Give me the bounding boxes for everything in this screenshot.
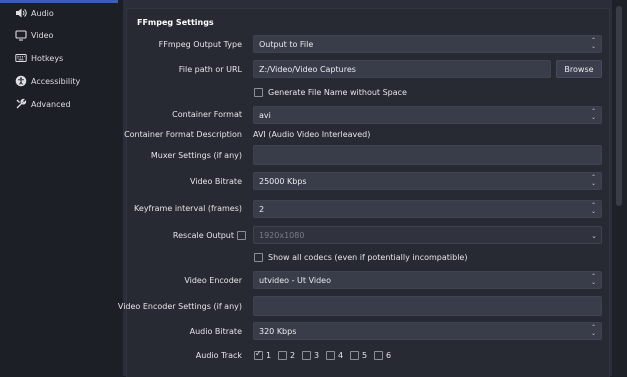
container-desc-label: Container Format Description (124, 130, 242, 139)
updown-chevron-icon: ⌃ ⌄ (590, 273, 597, 286)
keyframe-value: 2 (259, 204, 265, 214)
chevron-down-icon: ⌄ (591, 232, 597, 240)
rescale-resolution-value: 1920x1080 (259, 230, 305, 240)
audio-track-3-checkbox[interactable] (302, 351, 311, 360)
audio-track-5-label: 5 (362, 351, 368, 360)
audio-track-4-checkbox[interactable] (326, 351, 335, 360)
video-encoder-settings-input[interactable] (253, 296, 602, 316)
rescale-output-label: Rescale Output (172, 231, 234, 240)
spin-arrows-icon[interactable]: ⌃ ⌄ (590, 175, 597, 187)
settings-sidebar: Audio Video Hotkeys Accessibility Advanc… (0, 0, 118, 376)
video-bitrate-label: Video Bitrate (189, 177, 242, 186)
wrench-icon (14, 97, 28, 111)
sidebar-item-accessibility[interactable]: Accessibility (0, 70, 118, 92)
panel-top-edge (123, 0, 612, 5)
audio-track-3-label: 3 (314, 351, 320, 360)
sidebar-item-label: Advanced (31, 99, 71, 109)
audio-track-1-checkbox[interactable] (254, 349, 263, 360)
keyboard-icon (14, 51, 28, 65)
sidebar-item-label: Hotkeys (31, 53, 64, 63)
generate-name-label: Generate File Name without Space (268, 88, 407, 97)
accessibility-icon (14, 74, 28, 88)
scrollbar-thumb[interactable] (616, 6, 622, 206)
audio-bitrate-select[interactable]: 320 Kbps ⌃ ⌄ (253, 322, 602, 340)
keyframe-label: Keyframe interval (frames) (134, 204, 242, 213)
video-bitrate-spinbox[interactable]: 25000 Kbps ⌃ ⌄ (253, 172, 602, 190)
audio-bitrate-label: Audio Bitrate (189, 327, 242, 336)
video-bitrate-value: 25000 Kbps (259, 176, 307, 186)
show-all-codecs-checkbox[interactable] (254, 253, 263, 262)
show-all-codecs-label: Show all codecs (even if potentially inc… (268, 253, 468, 262)
muxer-settings-input[interactable] (253, 145, 602, 165)
sidebar-item-label: Accessibility (31, 76, 81, 86)
updown-chevron-icon: ⌃ ⌄ (590, 324, 597, 337)
file-path-value: Z:/Video/Video Captures (259, 64, 356, 74)
spin-arrows-icon[interactable]: ⌃ ⌄ (590, 203, 597, 215)
output-type-select[interactable]: Output to File ⌃ ⌄ (253, 35, 602, 53)
container-format-value: avi (259, 110, 271, 120)
browse-button[interactable]: Browse (556, 60, 602, 78)
video-encoder-label: Video Encoder (184, 276, 242, 285)
output-type-value: Output to File (259, 39, 314, 49)
updown-chevron-icon: ⌃ ⌄ (590, 108, 597, 121)
sidebar-item-video[interactable]: Video (0, 24, 118, 46)
video-encoder-value: utvideo - Ut Video (259, 275, 331, 285)
audio-track-2-label: 2 (290, 351, 296, 360)
file-path-input[interactable]: Z:/Video/Video Captures (253, 60, 551, 78)
audio-track-6-checkbox[interactable] (374, 351, 383, 360)
updown-chevron-icon: ⌃ ⌄ (590, 37, 597, 50)
monitor-icon (14, 28, 28, 42)
video-encoder-select[interactable]: utvideo - Ut Video ⌃ ⌄ (253, 271, 602, 289)
keyframe-spinbox[interactable]: 2 ⌃ ⌄ (253, 200, 602, 218)
container-desc-value: AVI (Audio Video Interleaved) (253, 130, 371, 139)
output-type-label: FFmpeg Output Type (158, 40, 242, 49)
video-encoder-settings-label: Video Encoder Settings (if any) (117, 302, 242, 311)
audio-track-2-checkbox[interactable] (278, 351, 287, 360)
rescale-resolution-select[interactable]: 1920x1080 ⌄ (253, 226, 602, 244)
audio-bitrate-value: 320 Kbps (259, 326, 297, 336)
muxer-settings-label: Muxer Settings (if any) (150, 151, 242, 160)
generate-name-checkbox[interactable] (254, 88, 263, 97)
speaker-icon (14, 6, 28, 20)
audio-track-label: Audio Track (195, 351, 242, 360)
file-path-label: File path or URL (178, 65, 242, 74)
group-title: FFmpeg Settings (137, 18, 214, 27)
sidebar-item-label: Video (31, 30, 54, 40)
rescale-output-checkbox[interactable] (237, 231, 246, 240)
audio-track-6-label: 6 (386, 351, 392, 360)
audio-track-4-label: 4 (338, 351, 344, 360)
container-format-select[interactable]: avi ⌃ ⌄ (253, 106, 602, 124)
sidebar-item-hotkeys[interactable]: Hotkeys (0, 47, 118, 69)
sidebar-item-advanced[interactable]: Advanced (0, 93, 118, 115)
container-format-label: Container Format (172, 110, 242, 119)
audio-track-5-checkbox[interactable] (350, 351, 359, 360)
sidebar-item-audio[interactable]: Audio (0, 2, 118, 24)
audio-track-1-label: 1 (266, 351, 272, 360)
sidebar-item-label: Audio (31, 8, 54, 18)
